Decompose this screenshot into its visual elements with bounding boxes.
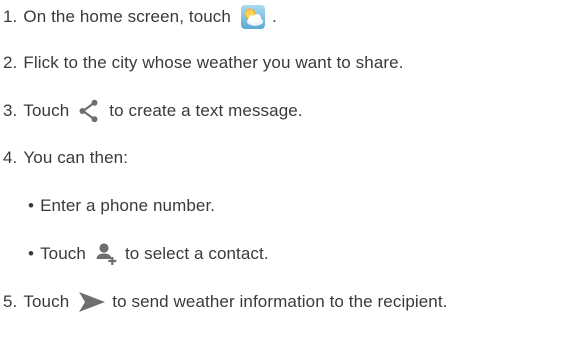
step-text: You can then: [23,148,129,167]
step-text: Touch [23,292,70,311]
bullet: • [28,244,35,263]
step-1: 1. On the home screen, touch . [3,2,277,32]
step-number: 3. [3,101,18,120]
step-text: Touch [23,101,70,120]
bullet: • [28,196,35,215]
substep-2: • Touch to select a contact. [28,239,269,269]
instruction-list: 1. On the home screen, touch . 2. Flick … [0,0,581,344]
share-icon [78,99,100,123]
substep-text-end: to select a contact. [124,244,269,263]
step-number: 4. [3,148,18,167]
step-number: 2. [3,53,18,72]
step-number: 5. [3,292,18,311]
step-text-end: to send weather information to the recip… [112,292,448,311]
substep-text: Enter a phone number. [40,196,216,215]
step-text: On the home screen, touch [23,7,231,26]
step-text-end: to create a text message. [109,101,303,120]
step-5: 5. Touch to send weather information to … [3,287,448,317]
step-text: Flick to the city whose weather you want… [23,53,404,72]
step-2: 2. Flick to the city whose weather you w… [3,48,404,78]
substep-1: • Enter a phone number. [28,191,215,221]
weather-app-icon [240,4,266,30]
add-contact-icon [95,242,119,266]
send-icon [78,291,106,313]
step-3: 3. Touch to create a text message. [3,96,303,126]
substep-text: Touch [40,244,86,263]
step-text-end: . [271,7,277,26]
step-number: 1. [3,7,18,26]
step-4: 4. You can then: [3,143,128,173]
